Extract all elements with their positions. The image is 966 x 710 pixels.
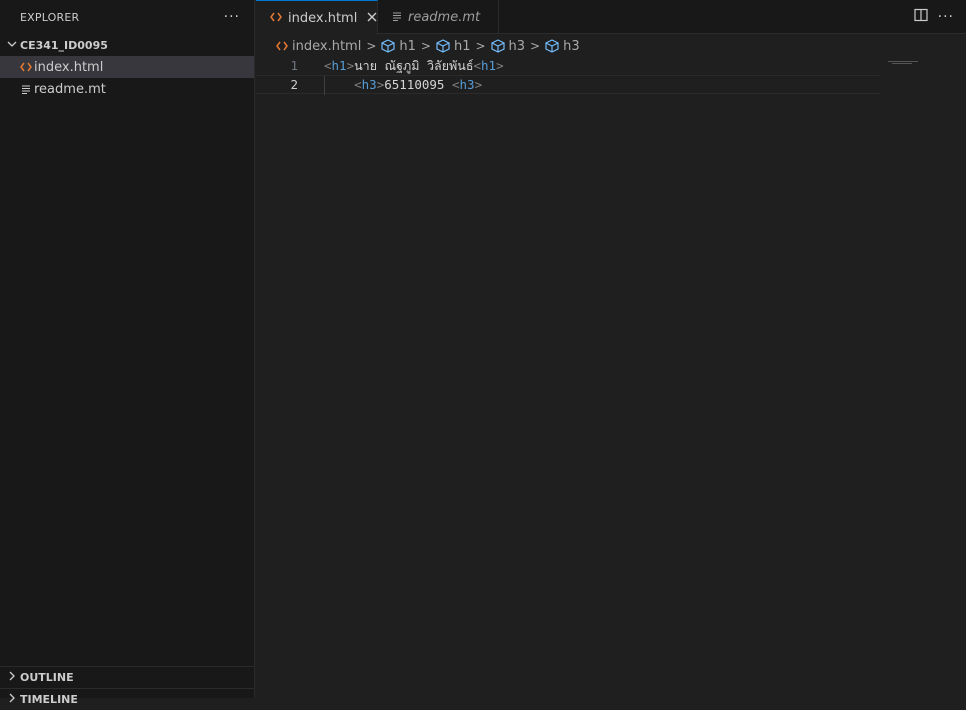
explorer-title: EXPLORER [20,10,80,24]
tab-readme-mt[interactable]: readme.mt [378,0,499,34]
code-line[interactable]: 1 <h1>นาย ณัฐภูมิ วิลัยพันธ์<h1> [256,56,880,75]
symbol-element-icon [436,39,450,53]
explorer-sidebar: EXPLORER ··· CE341_ID0095 index.html rea… [0,0,255,706]
timeline-label: TIMELINE [20,693,78,706]
open-tag: h3 [361,77,377,92]
breadcrumb-label: index.html [292,38,362,54]
symbol-element-icon [490,39,505,53]
file-item-index-html[interactable]: index.html [0,56,254,78]
tab-label: index.html [288,10,358,26]
html-icon [18,62,34,72]
chevron-right-icon: > [420,39,431,53]
breadcrumb-label: h1 [453,38,471,54]
breadcrumb-label: h1 [399,38,416,54]
close-tag: h3 [459,77,475,92]
html-icon [270,11,282,26]
close-icon[interactable] [367,10,377,26]
text-file-icon [392,10,402,25]
chevron-right-icon: > [366,39,377,53]
folder-row[interactable]: CE341_ID0095 [0,34,254,56]
chevron-down-icon [4,39,20,52]
breadcrumb: index.html > h1 > h1 > h3 > h3 [256,35,966,57]
chevron-right-icon [4,693,20,706]
folder-name: CE341_ID0095 [20,38,108,52]
close-tag: h1 [481,57,497,73]
timeline-panel-header[interactable]: TIMELINE [0,688,254,710]
symbol-element-icon [381,39,395,53]
chevron-right-icon: > [530,39,541,53]
chevron-right-icon [4,671,20,684]
open-tag: h1 [331,57,347,73]
file-label: readme.mt [34,81,106,97]
tab-label: readme.mt [408,9,481,25]
more-actions-icon[interactable]: ··· [938,9,954,25]
breadcrumb-item-h3[interactable]: h3 [490,38,526,54]
tab-index-html[interactable]: index.html [256,0,378,35]
line-content: <h1>นาย ณัฐภูมิ วิลัยพันธ์<h1> [324,57,504,73]
split-editor-icon[interactable] [914,8,928,26]
breadcrumb-item-h1[interactable]: h1 [436,38,471,54]
breadcrumb-label: h3 [563,38,580,54]
editor-tab-bar: index.html readme.mt ··· [256,0,966,35]
line-number: 2 [290,77,298,92]
line-content: <h3>65110095 <h3> [324,77,482,92]
breadcrumb-item-h1[interactable]: h1 [381,39,416,54]
breadcrumb-item-h3[interactable]: h3 [545,39,580,54]
symbol-element-icon [545,39,559,53]
code-line-current[interactable]: 2 <h3>65110095 <h3> [256,75,880,95]
chevron-right-icon: > [475,39,486,53]
code-editor[interactable]: 1 <h1>นาย ณัฐภูมิ วิลัยพันธ์<h1> 2 <h3>6… [256,56,966,698]
line-text: 65110095 [384,77,452,92]
breadcrumb-label: h3 [508,38,526,54]
text-file-icon [18,84,34,94]
line-number: 1 [290,58,298,73]
line-text: นาย ณัฐภูมิ วิลัยพันธ์ [354,57,474,73]
file-item-readme-mt[interactable]: readme.mt [0,78,254,100]
html-icon [276,41,288,51]
minimap[interactable] [888,56,918,64]
editor-actions: ··· [914,8,954,26]
explorer-header: EXPLORER ··· [0,0,254,34]
indent-guide [324,76,325,95]
more-actions-icon[interactable]: ··· [224,9,240,25]
outline-panel-header[interactable]: OUTLINE [0,666,254,688]
breadcrumb-item-file[interactable]: index.html [276,39,361,54]
file-label: index.html [34,59,104,75]
outline-label: OUTLINE [20,671,74,684]
